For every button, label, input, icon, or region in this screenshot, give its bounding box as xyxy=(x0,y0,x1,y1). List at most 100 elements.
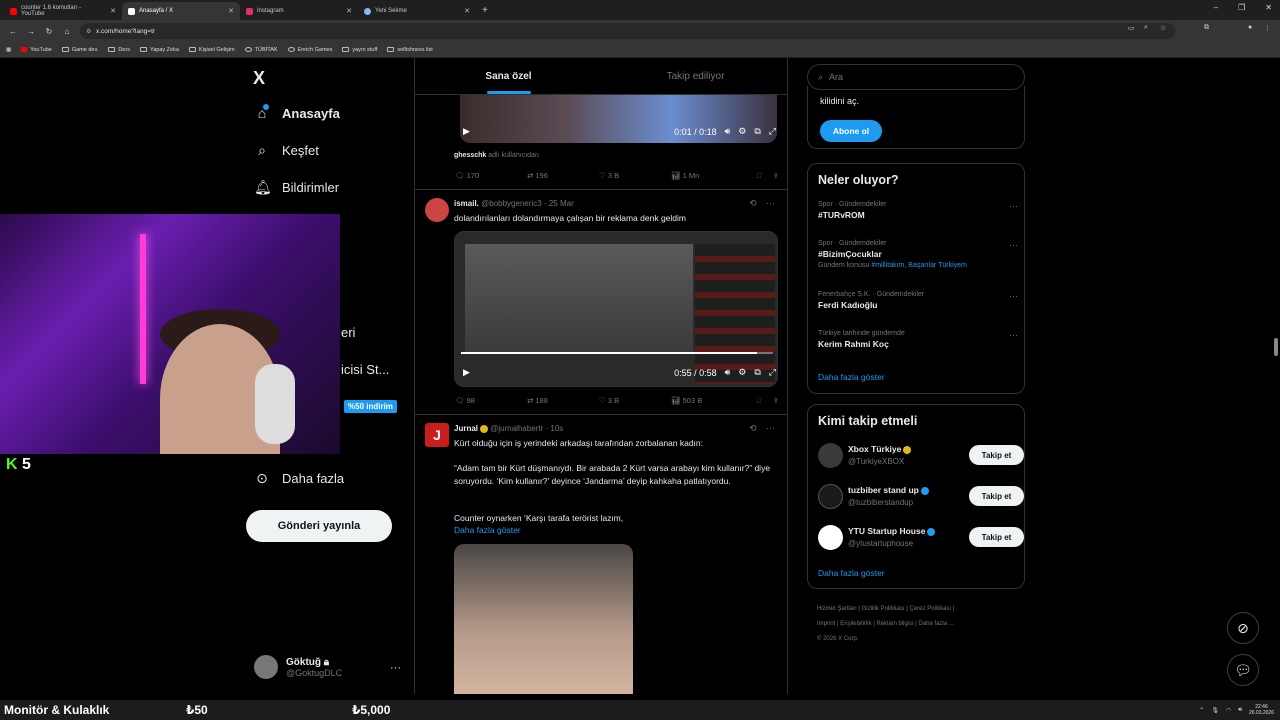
close-tab-icon[interactable]: ✕ xyxy=(110,7,116,15)
footer-link[interactable]: Reklam bilgisi xyxy=(877,621,914,627)
more-icon[interactable]: ··· xyxy=(1009,291,1018,301)
account-switcher[interactable]: Göktuğ 🔒︎ @GoktugDLC xyxy=(254,655,342,679)
nav-notifications[interactable]: 🔔︎ Bildirimler xyxy=(254,179,339,196)
minimize-icon[interactable]: – xyxy=(1214,3,1218,12)
close-tab-icon[interactable]: ✕ xyxy=(464,7,470,15)
trend-item[interactable]: Fenerbahçe S.K. · Gündemdekiler Ferdi Kad… xyxy=(818,291,1018,310)
scrollbar[interactable] xyxy=(1272,58,1280,694)
fullscreen-icon[interactable]: ⤢ xyxy=(769,126,776,137)
maximize-icon[interactable]: ❐ xyxy=(1238,3,1245,12)
like-button[interactable]: ♡ 3 B xyxy=(599,171,671,181)
nav-more[interactable]: ⊙ Daha fazla xyxy=(254,470,344,487)
browser-tab-new[interactable]: Yeni Sekme ✕ xyxy=(358,2,476,20)
avatar[interactable] xyxy=(425,198,449,222)
share-icon[interactable]: ⇪ xyxy=(773,396,779,406)
follow-button[interactable]: Takip et xyxy=(969,486,1024,506)
jurnal-logo-icon[interactable]: J xyxy=(425,423,449,447)
trend-item[interactable]: Türkiye tarihinde gündemde Kerim Rahmi Ko… xyxy=(818,330,1018,349)
post-image[interactable] xyxy=(454,544,633,694)
play-icon[interactable]: ▶ xyxy=(463,367,470,378)
more-icon[interactable]: ··· xyxy=(1009,240,1018,250)
apps-icon[interactable]: ▦ xyxy=(6,47,11,53)
trend-item[interactable]: Spor · Gündemdekiler #BizimÇocuklar Gündem… xyxy=(818,240,1018,269)
repost-button[interactable]: ⇄ 188 xyxy=(527,396,599,406)
close-tab-icon[interactable]: ✕ xyxy=(228,7,234,15)
tab-for-you[interactable]: Sana özel xyxy=(415,58,602,94)
more-icon[interactable]: ··· xyxy=(1009,330,1018,340)
mic-icon[interactable]: 🎙︎ xyxy=(1211,707,1219,714)
account-more-icon[interactable]: ··· xyxy=(390,662,401,674)
site-info-icon[interactable]: ⚙ xyxy=(86,28,91,35)
follow-button[interactable]: Takip et xyxy=(969,445,1024,465)
forward-icon[interactable]: → xyxy=(22,27,40,36)
nav-partial-label[interactable]: eri xyxy=(341,325,355,340)
wifi-icon[interactable]: ◠ xyxy=(1226,707,1231,714)
views-button[interactable]: 📊︎ 503 B xyxy=(671,396,743,406)
bookmark-star-icon[interactable]: ☆ xyxy=(1160,24,1166,32)
browser-tab-x[interactable]: Anasayfa / X ✕ xyxy=(122,2,240,20)
show-more-trends-link[interactable]: Daha fazla göster xyxy=(818,372,885,382)
video-player[interactable] xyxy=(454,231,778,387)
reload-icon[interactable]: ↻ xyxy=(40,27,58,36)
play-icon[interactable]: ▶ xyxy=(463,126,470,137)
grok-icon[interactable]: ⟲ xyxy=(749,423,757,434)
like-button[interactable]: ♡ 3 B xyxy=(599,396,671,406)
new-tab-button[interactable]: + xyxy=(482,5,488,16)
video-progress[interactable] xyxy=(461,352,773,354)
footer-link[interactable]: Gizlilik Politikası xyxy=(862,606,905,612)
back-icon[interactable]: ← xyxy=(4,27,22,36)
more-icon[interactable]: ··· xyxy=(766,198,775,208)
volume-icon[interactable]: 🔊︎ xyxy=(725,126,731,137)
bookmark-folder[interactable]: Game dev. xyxy=(61,47,98,53)
browser-tab-instagram[interactable]: Instagram ✕ xyxy=(240,2,358,20)
nav-partial-label[interactable]: icisi St... xyxy=(341,362,389,377)
menu-kebab-icon[interactable]: ⋮ xyxy=(1264,24,1271,32)
bookmark-folder[interactable]: Yapay Zeka xyxy=(139,47,179,53)
close-window-icon[interactable]: ✕ xyxy=(1265,3,1272,12)
pip-icon[interactable]: ⧉ xyxy=(754,367,760,378)
scrollbar-thumb[interactable] xyxy=(1274,338,1278,356)
follow-button[interactable]: Takip et xyxy=(969,527,1024,547)
nav-explore[interactable]: ⌕ Keşfet xyxy=(254,142,319,159)
bookmark-icon[interactable]: ⎕ xyxy=(756,396,761,406)
bookmark-enrich-games[interactable]: Enrich Games xyxy=(287,47,332,53)
install-icon[interactable]: ▭ xyxy=(1128,24,1135,32)
footer-link[interactable]: Imprint xyxy=(817,621,835,627)
footer-link[interactable]: Çerez Politikası xyxy=(910,606,952,612)
chevron-up-icon[interactable]: ⌃ xyxy=(1199,707,1204,714)
share-icon[interactable]: ⇪ xyxy=(773,171,779,181)
reply-button[interactable]: 🗨︎ 98 xyxy=(455,396,527,406)
messages-button[interactable]: 💬︎ xyxy=(1227,654,1259,686)
show-more-follow-link[interactable]: Daha fazla göster xyxy=(818,568,885,578)
show-more-link[interactable]: Daha fazla göster xyxy=(454,524,779,537)
volume-icon[interactable]: 🔊︎ xyxy=(725,367,731,378)
fullscreen-icon[interactable]: ⤢ xyxy=(769,367,776,378)
profile-icon[interactable]: ● xyxy=(1248,24,1252,31)
bookmark-tubitak[interactable]: TÜBİTAK xyxy=(244,47,278,53)
browser-tab-youtube[interactable]: counter 1.6 komutları - YouTube ✕ xyxy=(4,2,122,20)
home-button-icon[interactable]: ⌂ xyxy=(58,27,76,36)
footer-link[interactable]: Hizmet Şartları xyxy=(817,606,857,612)
post-button[interactable]: Gönderi yayınla xyxy=(246,510,392,542)
close-tab-icon[interactable]: ✕ xyxy=(346,7,352,15)
grok-button[interactable]: ⊘ xyxy=(1227,612,1259,644)
footer-link[interactable]: Daha fazla ... xyxy=(918,621,953,627)
speaker-icon[interactable]: 🔊︎ xyxy=(1238,707,1242,714)
pip-icon[interactable]: ⧉ xyxy=(754,126,760,137)
subscribe-button[interactable]: Abone ol xyxy=(820,120,882,142)
settings-icon[interactable]: ⚙ xyxy=(738,126,746,137)
x-logo[interactable]: X xyxy=(253,68,265,89)
more-icon[interactable]: ··· xyxy=(1009,201,1018,211)
url-input[interactable]: ⚙ x.com/home?lang=tr xyxy=(80,23,1175,39)
reply-button[interactable]: 🗨︎ 170 xyxy=(455,171,527,181)
bookmark-folder[interactable]: selfishness list xyxy=(387,47,433,53)
bookmark-icon[interactable]: ⎕ xyxy=(756,171,761,181)
extensions-icon[interactable]: ⧉ xyxy=(1204,24,1209,32)
follow-suggestion[interactable]: tuzbiber stand up @tuzbiberstandup Takip e… xyxy=(818,484,1024,512)
bookmark-folder[interactable]: Ders xyxy=(108,47,130,53)
tab-following[interactable]: Takip ediliyor xyxy=(602,58,787,94)
footer-link[interactable]: Erişilebilirlik xyxy=(840,621,871,627)
bookmark-folder[interactable]: yayın stuff xyxy=(342,47,377,53)
follow-suggestion[interactable]: YTU Startup House @ytustartuphouse Takip e… xyxy=(818,525,1024,553)
repost-button[interactable]: ⇄ 196 xyxy=(527,171,599,181)
